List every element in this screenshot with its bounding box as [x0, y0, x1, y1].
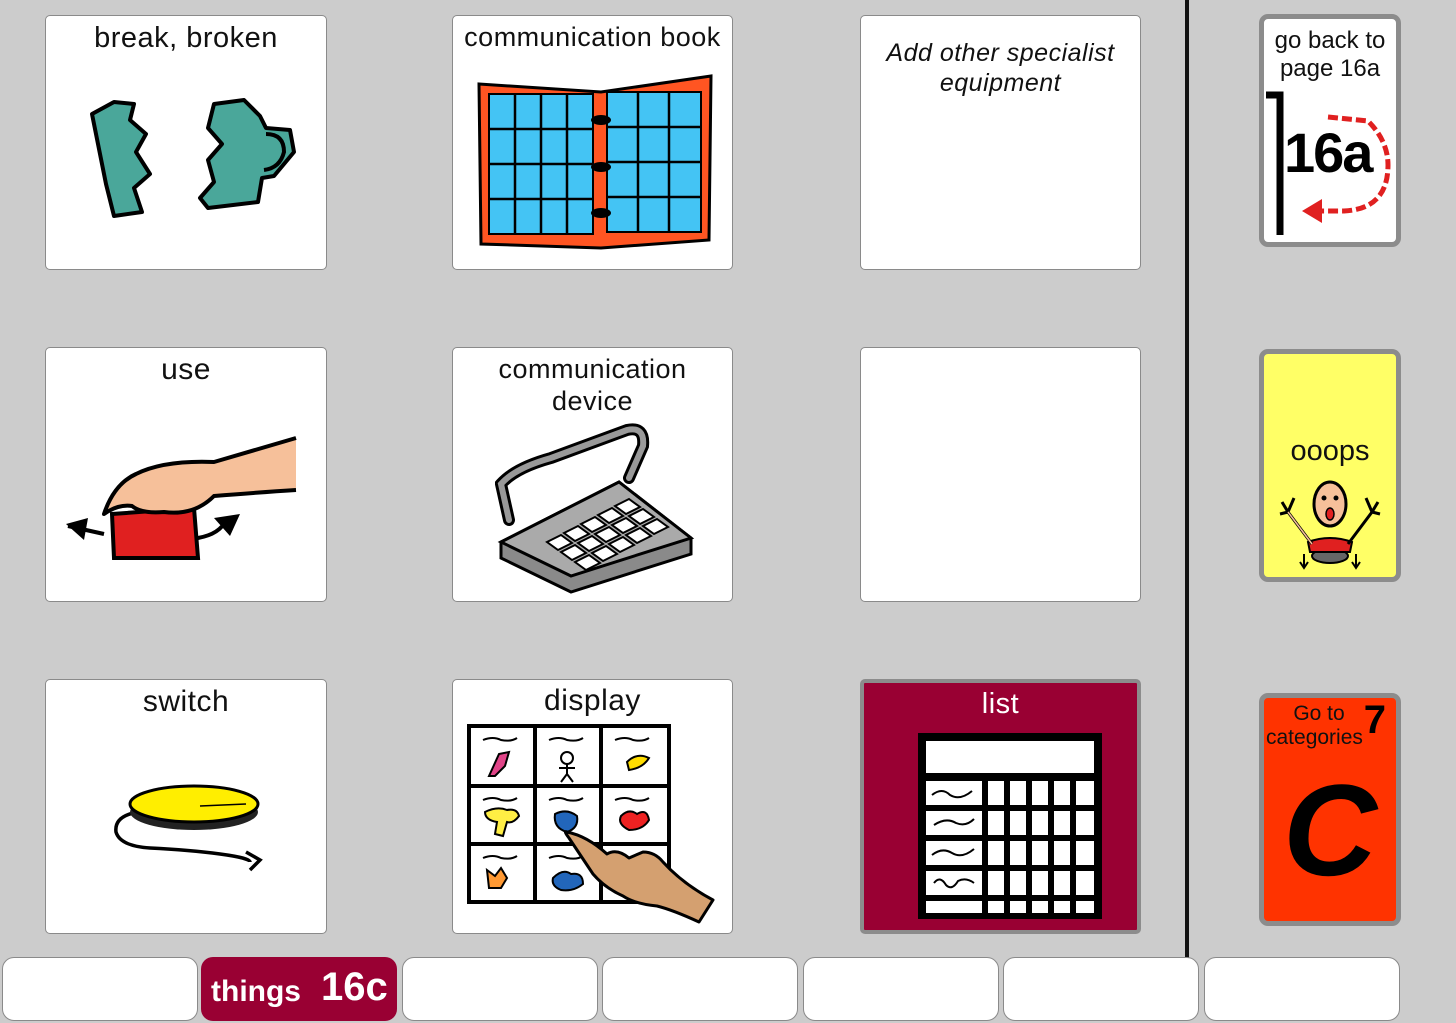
go-back-label-line2: page 16a	[1279, 55, 1381, 82]
go-back-label-line1: go back to	[1274, 27, 1386, 54]
symbol-display-icon	[467, 724, 715, 924]
cell-label: break, broken	[94, 22, 278, 54]
cell-use[interactable]: use	[45, 347, 327, 602]
oops-person-icon	[1279, 480, 1381, 570]
categories-number: 7	[1363, 698, 1386, 742]
cell-communication-book[interactable]: communication book	[452, 15, 733, 270]
broken-cup-icon	[90, 98, 296, 218]
categories-label-line1: Go to	[1293, 702, 1345, 725]
cell-label-line2: device	[551, 386, 634, 416]
hand-pressing-button-icon	[66, 436, 297, 560]
cell-add-specialist-equipment[interactable]: Add other specialist equipment	[860, 15, 1141, 270]
cell-label: use	[161, 353, 211, 386]
cell-communication-device[interactable]: communication device	[452, 347, 733, 602]
cell-label-line1: communication	[498, 354, 687, 384]
switch-icon	[114, 784, 263, 872]
cell-label: display	[544, 684, 641, 717]
page-code-text: 16a	[1284, 121, 1373, 184]
cell-list[interactable]: list	[860, 679, 1141, 934]
cell-label-line2: equipment	[939, 69, 1062, 97]
categories-letter: C	[1283, 757, 1377, 903]
cell-label: list	[981, 688, 1020, 720]
tab-6[interactable]	[1003, 957, 1199, 1021]
cell-switch[interactable]: switch	[45, 679, 327, 934]
cell-break-broken[interactable]: break, broken	[45, 15, 327, 270]
tab-5[interactable]	[803, 957, 999, 1021]
tab-things-label: things	[211, 975, 301, 1008]
oops-button[interactable]: ooops	[1259, 349, 1401, 582]
tab-1[interactable]	[2, 957, 198, 1021]
communication-book-icon	[477, 74, 713, 250]
go-back-page-16a-button[interactable]: go back to page 16a 16a	[1259, 14, 1401, 247]
keyboard-device-icon	[495, 423, 695, 594]
column-divider	[1185, 0, 1189, 958]
cell-label-line1: Add other specialist	[886, 39, 1115, 67]
cell-empty[interactable]	[860, 347, 1141, 602]
cell-label: switch	[142, 685, 230, 718]
tab-3[interactable]	[402, 957, 598, 1021]
list-table-icon	[918, 733, 1102, 919]
cell-display[interactable]: display	[452, 679, 733, 934]
oops-label: ooops	[1290, 435, 1370, 467]
categories-label-line2: categories	[1266, 726, 1363, 749]
tab-things-code: 16c	[321, 965, 388, 1009]
cell-label: communication book	[464, 22, 721, 52]
tab-4[interactable]	[602, 957, 798, 1021]
go-to-categories-button[interactable]: Go to categories 7 C	[1259, 693, 1401, 926]
tab-things-16c[interactable]: things 16c	[201, 957, 397, 1021]
tab-7[interactable]	[1204, 957, 1400, 1021]
